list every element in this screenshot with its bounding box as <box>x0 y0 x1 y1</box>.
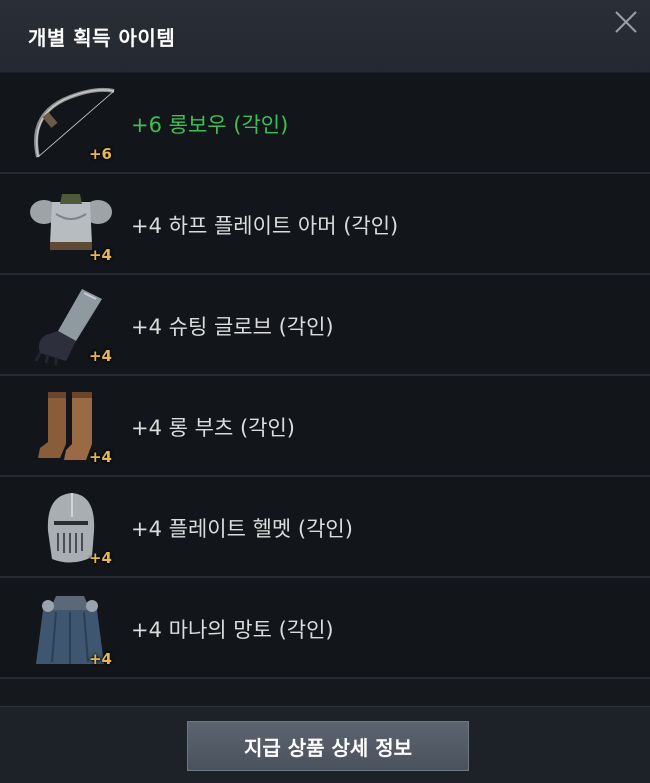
longbow-icon: +6 <box>26 83 116 165</box>
list-item[interactable]: +4 +4 하프 플레이트 아머 (각인) <box>0 174 650 275</box>
enhance-badge: +6 <box>88 145 112 163</box>
boots-icon: +4 <box>26 386 116 468</box>
enhance-badge: +4 <box>88 549 112 567</box>
window-title: 개별 획득 아이템 <box>28 26 176 50</box>
enhance-badge: +4 <box>88 246 112 264</box>
item-name: +4 플레이트 헬멧 (각인) <box>131 517 353 541</box>
detail-info-button[interactable]: 지급 상품 상세 정보 <box>187 721 469 771</box>
close-icon[interactable] <box>612 8 640 36</box>
item-name: +4 슈팅 글로브 (각인) <box>131 315 334 339</box>
detail-info-button-label: 지급 상품 상세 정보 <box>243 735 413 760</box>
enhance-badge: +4 <box>88 347 112 365</box>
list-item[interactable]: +4 +4 플레이트 헬멧 (각인) <box>0 477 650 578</box>
plate-armor-icon: +4 <box>26 184 116 266</box>
cloak-icon: +4 <box>26 588 116 670</box>
enhance-badge: +4 <box>88 448 112 466</box>
list-item[interactable]: +4 +4 슈팅 글로브 (각인) <box>0 275 650 376</box>
item-list: +6 +6 롱보우 (각인) +4 +4 하프 플레이트 아머 (각인) +4 … <box>0 73 650 679</box>
list-item[interactable]: +6 +6 롱보우 (각인) <box>0 73 650 174</box>
window-header: 개별 획득 아이템 <box>0 0 650 73</box>
item-name: +6 롱보우 (각인) <box>131 113 289 137</box>
enhance-badge: +4 <box>88 650 112 668</box>
footer: 지급 상품 상세 정보 <box>0 706 650 783</box>
item-name: +4 마나의 망토 (각인) <box>131 618 334 642</box>
helmet-icon: +4 <box>26 487 116 569</box>
list-item[interactable]: +4 +4 롱 부츠 (각인) <box>0 376 650 477</box>
item-name: +4 롱 부츠 (각인) <box>131 416 295 440</box>
glove-icon: +4 <box>26 285 116 367</box>
item-name: +4 하프 플레이트 아머 (각인) <box>131 214 399 238</box>
list-item[interactable]: +4 +4 마나의 망토 (각인) <box>0 578 650 679</box>
